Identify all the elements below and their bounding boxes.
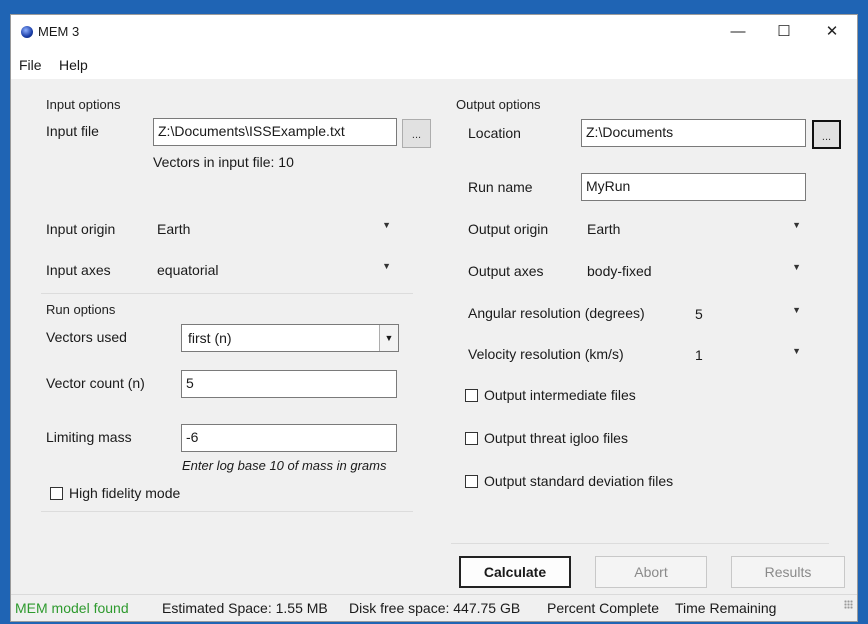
input-options-title: Input options bbox=[46, 97, 121, 112]
vector-count-label: Vector count (n) bbox=[46, 375, 145, 391]
input-origin-select[interactable]: Earth ▼ bbox=[157, 217, 391, 243]
chevron-down-icon: ▼ bbox=[382, 220, 391, 230]
limiting-mass-field[interactable]: -6 bbox=[181, 424, 397, 452]
stddev-files-checkbox-row[interactable]: Output standard deviation files bbox=[465, 473, 765, 493]
abort-button[interactable]: Abort bbox=[595, 556, 707, 588]
igloo-files-checkbox[interactable] bbox=[465, 432, 478, 445]
globe-icon bbox=[21, 26, 33, 38]
chevron-down-icon: ▼ bbox=[792, 346, 801, 356]
divider bbox=[451, 543, 829, 544]
vector-count-field[interactable]: 5 bbox=[181, 370, 397, 398]
menu-file[interactable]: File bbox=[19, 57, 42, 73]
main-window: MEM 3 — ☐ ✕ File Help Input options Inpu… bbox=[10, 14, 858, 622]
igloo-files-label: Output threat igloo files bbox=[484, 430, 628, 446]
intermediate-files-label: Output intermediate files bbox=[484, 387, 636, 403]
high-fidelity-checkbox-row[interactable]: High fidelity mode bbox=[50, 485, 250, 505]
input-file-label: Input file bbox=[46, 123, 99, 139]
results-button[interactable]: Results bbox=[731, 556, 845, 588]
percent-complete: Percent Complete bbox=[547, 600, 660, 616]
velocity-resolution-select[interactable]: 1 ▼ bbox=[695, 343, 801, 369]
location-browse-button[interactable]: ... bbox=[812, 120, 841, 149]
close-button[interactable]: ✕ bbox=[809, 15, 855, 49]
high-fidelity-label: High fidelity mode bbox=[69, 485, 181, 501]
divider bbox=[41, 511, 413, 512]
output-axes-select[interactable]: body-fixed ▼ bbox=[587, 259, 801, 285]
location-label: Location bbox=[468, 125, 521, 141]
angular-resolution-select[interactable]: 5 ▼ bbox=[695, 302, 801, 328]
igloo-files-checkbox-row[interactable]: Output threat igloo files bbox=[465, 430, 745, 450]
maximize-button[interactable]: ☐ bbox=[761, 15, 807, 49]
model-status: MEM model found bbox=[15, 600, 129, 616]
chevron-down-icon: ▼ bbox=[792, 220, 801, 230]
chevron-down-icon: ▼ bbox=[792, 305, 801, 315]
output-axes-value: body-fixed bbox=[587, 263, 652, 279]
vectors-in-file-info: Vectors in input file: 10 bbox=[153, 154, 294, 170]
run-options-title: Run options bbox=[46, 302, 116, 317]
chevron-down-icon[interactable]: ▼ bbox=[379, 325, 398, 351]
high-fidelity-checkbox[interactable] bbox=[50, 487, 63, 500]
calculate-button[interactable]: Calculate bbox=[459, 556, 571, 588]
input-axes-label: Input axes bbox=[46, 262, 111, 278]
stddev-files-label: Output standard deviation files bbox=[484, 473, 674, 489]
vectors-used-select[interactable]: first (n) ▼ bbox=[181, 324, 399, 352]
location-field[interactable]: Z:\Documents bbox=[581, 119, 806, 147]
run-name-label: Run name bbox=[468, 179, 533, 195]
input-file-field[interactable]: Z:\Documents\ISSExample.txt bbox=[153, 118, 397, 146]
input-axes-select[interactable]: equatorial ▼ bbox=[157, 258, 391, 284]
status-bar: MEM model found Estimated Space: 1.55 MB… bbox=[11, 594, 857, 621]
output-origin-value: Earth bbox=[587, 221, 621, 237]
output-options-title: Output options bbox=[456, 97, 541, 112]
chevron-down-icon: ▼ bbox=[382, 261, 391, 271]
stddev-files-checkbox[interactable] bbox=[465, 475, 478, 488]
limiting-mass-hint: Enter log base 10 of mass in grams bbox=[182, 458, 387, 473]
title-bar[interactable]: MEM 3 — ☐ ✕ bbox=[11, 15, 857, 49]
menu-bar: File Help bbox=[11, 49, 857, 79]
chevron-down-icon: ▼ bbox=[792, 262, 801, 272]
input-file-browse-button[interactable]: ... bbox=[402, 119, 431, 148]
intermediate-files-checkbox[interactable] bbox=[465, 389, 478, 402]
input-axes-value: equatorial bbox=[157, 262, 219, 278]
time-remaining: Time Remaining bbox=[675, 600, 777, 616]
limiting-mass-label: Limiting mass bbox=[46, 429, 132, 445]
input-origin-label: Input origin bbox=[46, 221, 116, 237]
run-name-field[interactable]: MyRun bbox=[581, 173, 806, 201]
disk-free-space: Disk free space: 447.75 GB bbox=[349, 600, 521, 616]
minimize-button[interactable]: — bbox=[715, 15, 761, 49]
output-origin-label: Output origin bbox=[468, 221, 549, 237]
vectors-used-label: Vectors used bbox=[46, 329, 127, 345]
output-axes-label: Output axes bbox=[468, 263, 544, 279]
input-origin-value: Earth bbox=[157, 221, 191, 237]
divider bbox=[41, 293, 413, 294]
resize-grip-icon[interactable] bbox=[844, 600, 853, 609]
output-origin-select[interactable]: Earth ▼ bbox=[587, 217, 801, 243]
velocity-resolution-value: 1 bbox=[695, 347, 703, 363]
menu-help[interactable]: Help bbox=[59, 57, 88, 73]
estimated-space: Estimated Space: 1.55 MB bbox=[162, 600, 328, 616]
angular-resolution-label: Angular resolution (degrees) bbox=[468, 305, 645, 321]
vectors-used-value: first (n) bbox=[188, 330, 232, 346]
intermediate-files-checkbox-row[interactable]: Output intermediate files bbox=[465, 387, 745, 407]
window-title: MEM 3 bbox=[38, 24, 80, 39]
angular-resolution-value: 5 bbox=[695, 306, 703, 322]
velocity-resolution-label: Velocity resolution (km/s) bbox=[468, 346, 624, 362]
